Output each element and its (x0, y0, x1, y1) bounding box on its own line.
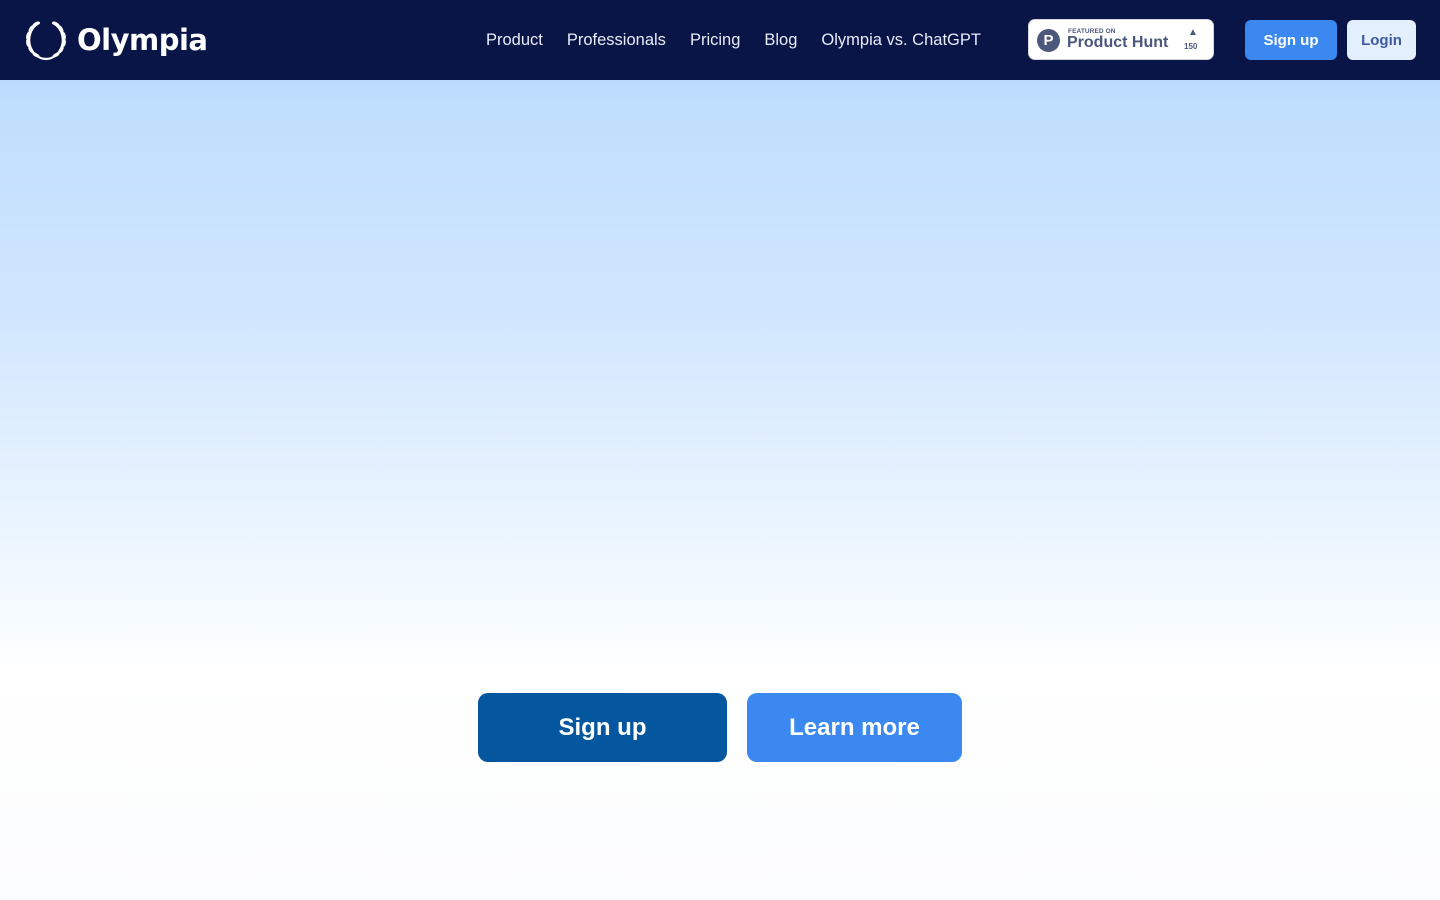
nav-signup-button[interactable]: Sign up (1245, 20, 1337, 60)
product-hunt-icon: P (1037, 29, 1060, 52)
nav-login-button[interactable]: Login (1347, 20, 1416, 60)
nav-pricing[interactable]: Pricing (690, 31, 740, 50)
hero-signup-button[interactable]: Sign up (478, 693, 727, 762)
hero-learn-more-button[interactable]: Learn more (747, 693, 962, 762)
laurel-wreath-icon (26, 21, 66, 61)
top-navbar: Olympia Product Professionals Pricing Bl… (0, 0, 1440, 80)
nav-product[interactable]: Product (486, 31, 543, 50)
upvote-arrow-icon: ▲ (1188, 27, 1198, 38)
main-nav: Product Professionals Pricing Blog Olymp… (486, 0, 1005, 80)
product-hunt-name: Product Hunt (1067, 34, 1169, 51)
product-hunt-badge[interactable]: P FEATURED ON Product Hunt ▲ 150 (1028, 19, 1214, 60)
nav-professionals[interactable]: Professionals (567, 31, 666, 50)
brand-logo-link[interactable]: Olympia (23, 18, 208, 62)
upvote-count: 150 (1184, 42, 1198, 51)
hero-section (0, 80, 1440, 900)
nav-olympia-vs-chatgpt[interactable]: Olympia vs. ChatGPT (821, 31, 981, 50)
brand-name: Olympia (77, 23, 208, 57)
nav-blog[interactable]: Blog (764, 31, 797, 50)
